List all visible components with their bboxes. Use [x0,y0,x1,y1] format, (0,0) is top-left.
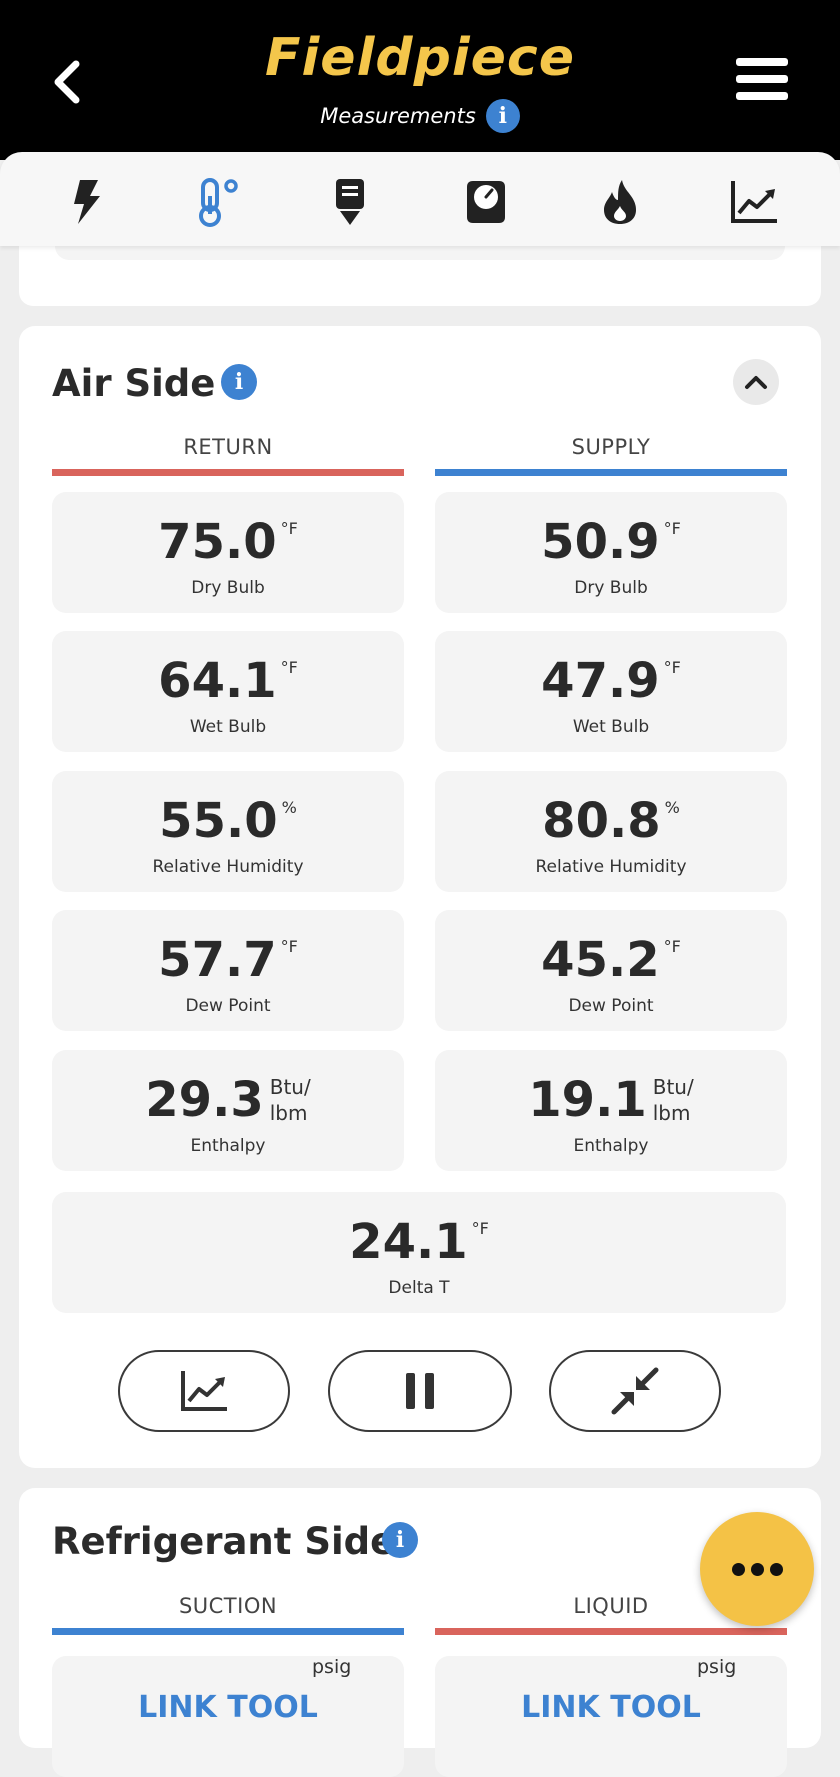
pause-button[interactable] [328,1350,512,1432]
gauge-icon [467,181,505,223]
trend-chart-icon [731,181,777,223]
tile-value: 24.1 [349,1214,468,1270]
tile-label: Wet Bulb [189,717,267,737]
tile-unit: % [281,798,297,817]
supply-dry-bulb-tile[interactable]: 50.9 °F Dry Bulb [435,492,787,613]
tile-value: 55.0 [159,793,278,849]
air-side-info-icon[interactable]: i [221,364,257,400]
bolt-icon [74,180,100,224]
tile-label: Dry Bulb [574,578,648,598]
more-dots-icon [750,1562,764,1576]
tab-trends[interactable] [724,172,784,232]
unit-line: lbm [652,1101,691,1125]
trend-chart-icon [181,1371,227,1411]
supply-column-label: SUPPLY [571,435,651,459]
tile-label: Dew Point [568,996,654,1016]
liquid-link-tool-link[interactable]: LINK TOOL [435,1690,787,1725]
info-icon[interactable]: i [485,99,520,133]
collapse-view-button[interactable] [549,1350,721,1432]
supply-relative-humidity-tile[interactable]: 80.8% Relative Humidity [435,771,787,892]
unit-line: lbm [269,1101,308,1125]
pause-icon [406,1373,434,1409]
tile-unit: °F [280,937,298,956]
tile-label: Delta T [388,1278,450,1298]
menu-line [736,75,788,83]
suction-unit: psig [312,1656,352,1678]
menu-line [736,92,788,100]
liquid-unit: psig [697,1656,737,1678]
page-subtitle-row: Measurements i [0,96,840,136]
delta-t-tile[interactable]: 24.1 °F Delta T [52,1192,786,1313]
supply-color-bar [435,469,787,476]
liquid-color-bar [435,1628,787,1635]
more-options-fab[interactable] [700,1512,814,1626]
suction-link-tool-link[interactable]: LINK TOOL [52,1690,404,1725]
tile-unit: Btu/lbm [653,1074,694,1126]
more-dots-icon [769,1562,783,1576]
suction-color-bar [52,1628,404,1635]
return-dew-point-tile[interactable]: 57.7 °F Dew Point [52,910,404,1031]
tile-label: Dew Point [185,996,271,1016]
suction-column-label: SUCTION [178,1594,278,1618]
tile-unit: °F [471,1219,489,1238]
supply-dew-point-tile[interactable]: 45.2 °F Dew Point [435,910,787,1031]
tile-value: 50.9 [541,514,660,570]
refrigerant-side-info-icon[interactable]: i [382,1522,418,1558]
collapse-section-button[interactable] [733,359,779,405]
supply-wet-bulb-tile[interactable]: 47.9 °F Wet Bulb [435,631,787,752]
air-side-title: Air Side [52,362,216,405]
return-wet-bulb-tile[interactable]: 64.1 °F Wet Bulb [52,631,404,752]
tile-unit: °F [280,519,298,538]
tile-value: 47.9 [541,653,660,709]
tile-value: 29.3 [145,1072,264,1128]
fieldpiece-logo: Fieldpiece [264,28,576,88]
return-column-label: RETURN [183,435,273,459]
tile-label: Dry Bulb [191,578,265,598]
hamburger-menu-button[interactable] [736,58,788,104]
tile-value: 57.7 [158,932,277,988]
tile-unit: Btu/lbm [270,1074,311,1126]
unit-line: Btu/ [652,1075,694,1099]
tile-unit: °F [280,658,298,677]
probe-icon [336,179,364,225]
menu-line [736,58,788,66]
tab-probe[interactable] [320,172,380,232]
return-enthalpy-tile[interactable]: 29.3 Btu/lbm Enthalpy [52,1050,404,1171]
tile-label: Wet Bulb [572,717,650,737]
tile-value: 19.1 [528,1072,647,1128]
return-dry-bulb-tile[interactable]: 75.0 °F Dry Bulb [52,492,404,613]
tab-temperature[interactable] [190,172,250,232]
app-header: Fieldpiece Measurements i [0,0,840,160]
tile-label: Enthalpy [190,1136,266,1156]
chevron-up-icon [745,376,767,389]
tile-value: 64.1 [158,653,277,709]
tile-label: Relative Humidity [535,857,687,877]
measurement-tab-bar [0,152,840,246]
page-subtitle: Measurements [320,104,476,128]
flame-icon [604,180,636,224]
air-side-card: Air Side i RETURN SUPPLY 75.0 °F Dry Bulb… [19,326,821,1468]
thermometer-icon [199,178,238,227]
unit-line: Btu/ [269,1075,311,1099]
collapse-arrows-icon [611,1367,659,1415]
tile-label: Enthalpy [573,1136,649,1156]
tile-value: 75.0 [158,514,277,570]
graph-button[interactable] [118,1350,290,1432]
return-relative-humidity-tile[interactable]: 55.0% Relative Humidity [52,771,404,892]
tile-value: 45.2 [541,932,660,988]
tile-unit: °F [663,519,681,538]
supply-enthalpy-tile[interactable]: 19.1 Btu/lbm Enthalpy [435,1050,787,1171]
tile-value: 80.8 [542,793,661,849]
tile-unit: °F [663,937,681,956]
more-dots-icon [731,1562,745,1576]
tile-unit: °F [663,658,681,677]
return-color-bar [52,469,404,476]
tab-electrical[interactable] [56,172,116,232]
tab-pressure[interactable] [456,172,516,232]
tab-combustion[interactable] [590,172,650,232]
refrigerant-side-title: Refrigerant Side [52,1520,396,1563]
tile-unit: % [664,798,680,817]
tile-label: Relative Humidity [152,857,304,877]
